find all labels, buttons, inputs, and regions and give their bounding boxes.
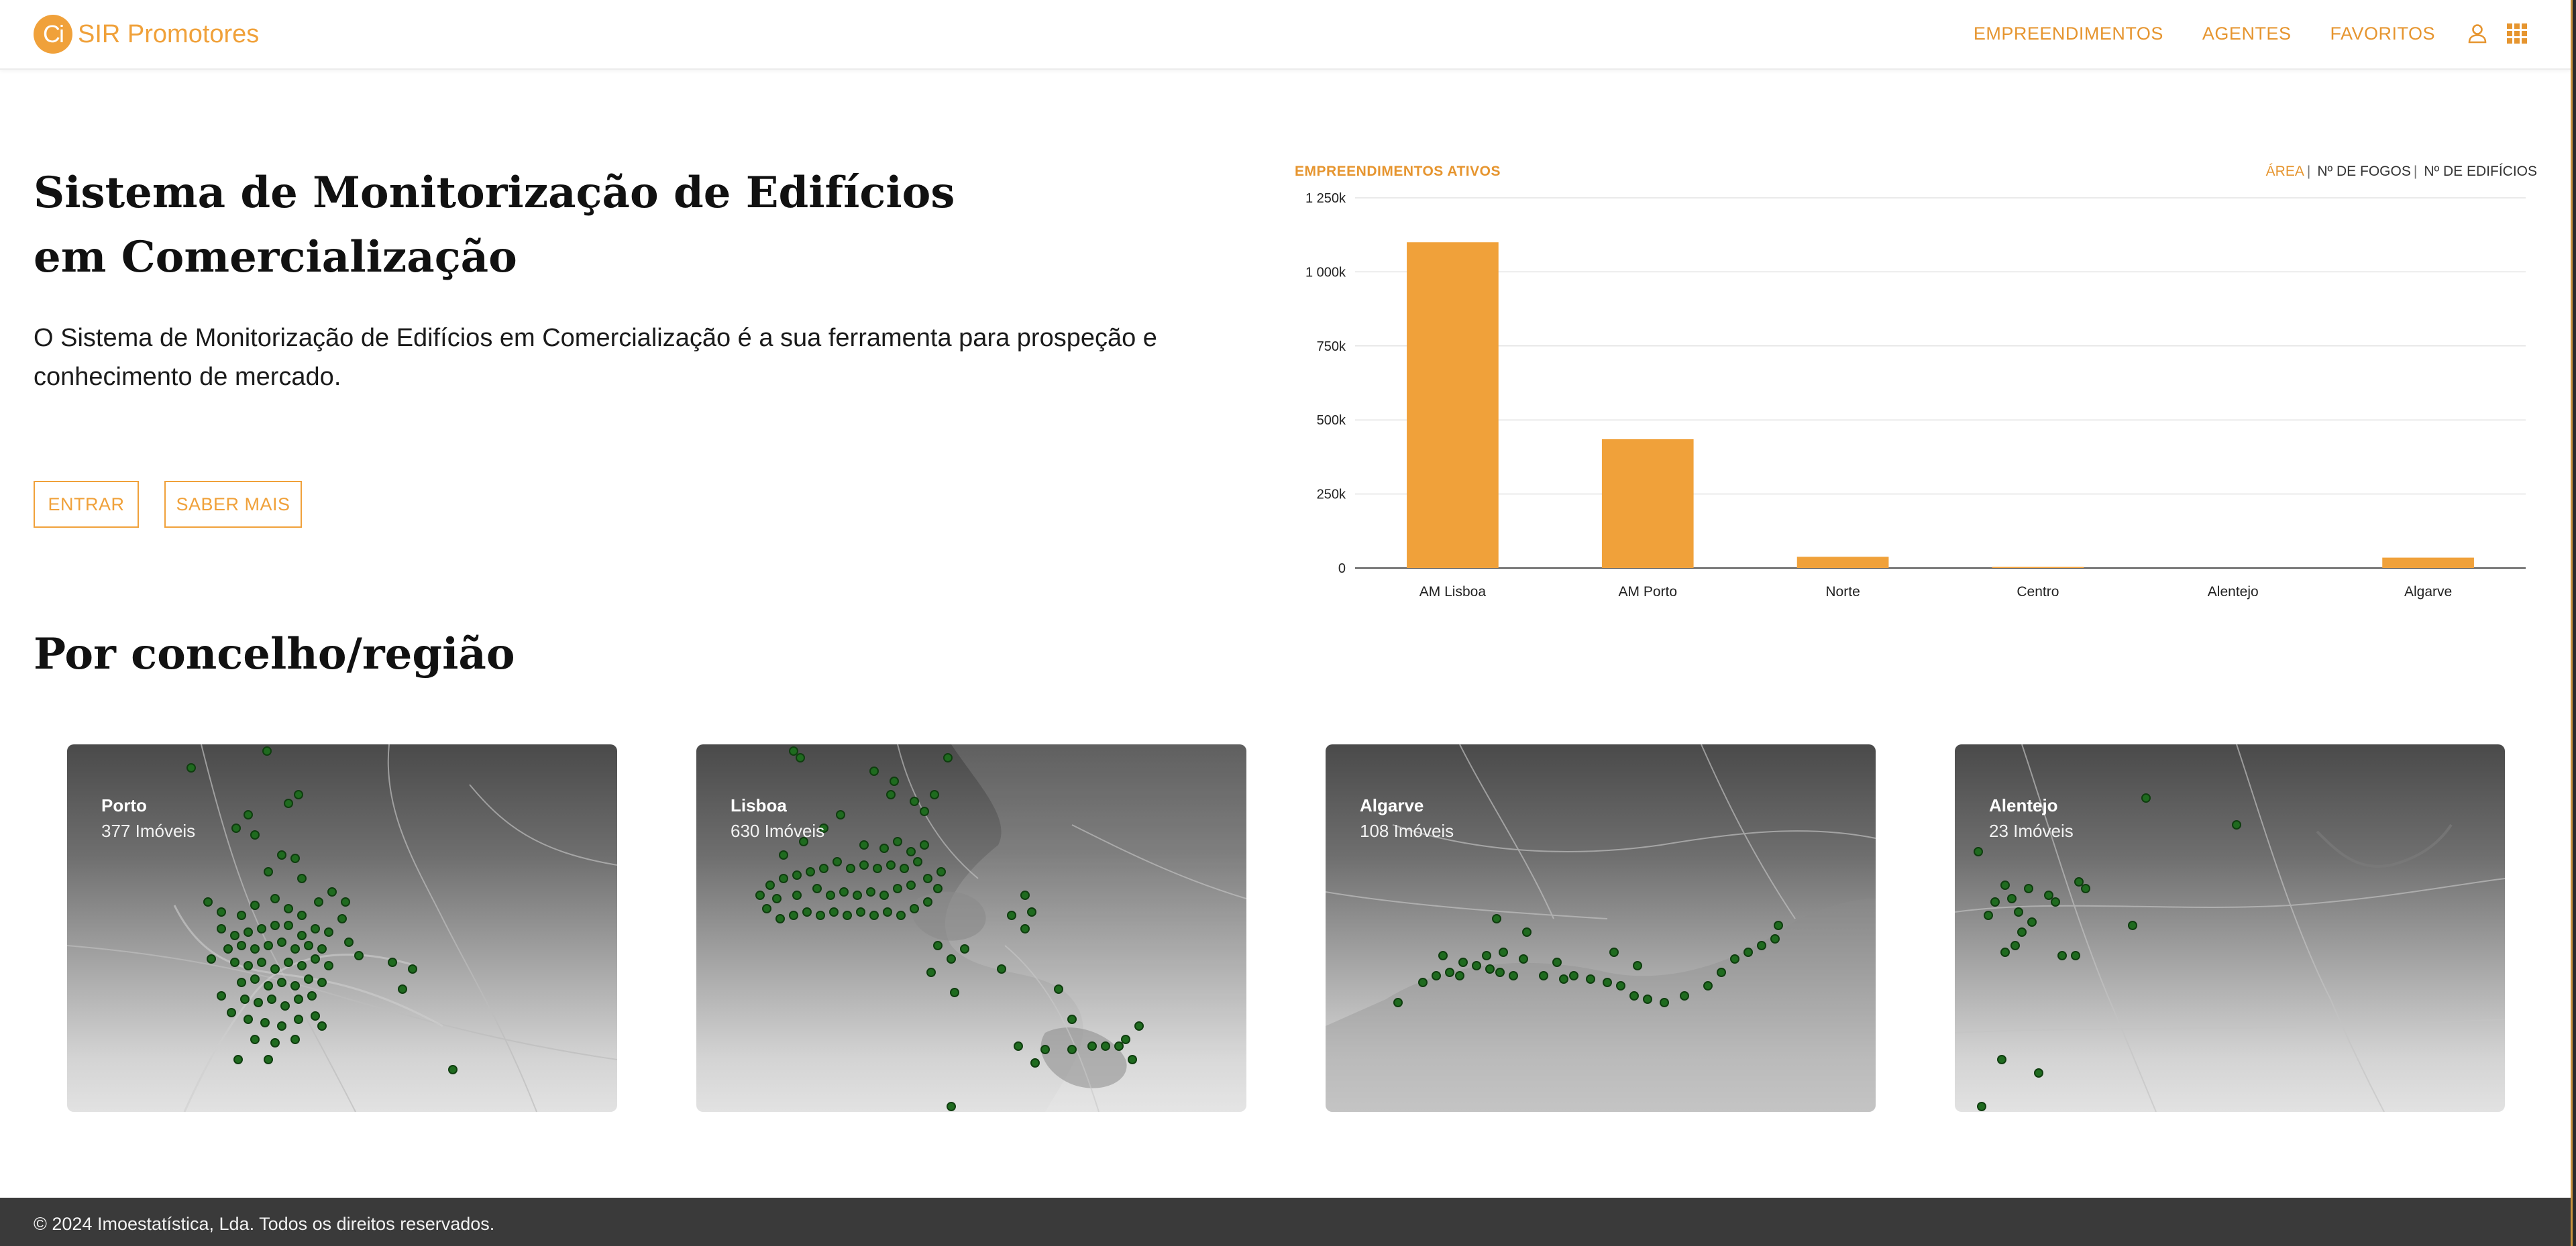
toggle-area[interactable]: ÁREA [2266,164,2304,180]
page-title: Sistema de Monitorização de Edifícios em… [34,168,955,282]
toggle-separator: | [2306,164,2311,179]
top-navbar: Ci SIR Promotores EMPREENDIMENTOS AGENTE… [0,0,2571,70]
bar-am-lisboa[interactable] [1407,242,1499,568]
learn-more-button[interactable]: SABER MAIS [164,481,302,528]
chart-title: EMPREENDIMENTOS ATIVOS [1295,164,1501,179]
region-count: 377 Imóveis [101,821,196,841]
brand-name: SIR Promotores [78,19,260,48]
region-name: Porto [101,795,147,815]
user-icon[interactable] [2467,23,2487,44]
region-name: Lisboa [731,795,787,815]
y-tick-label: 500k [1317,413,1346,428]
bar-norte[interactable] [1796,557,1889,568]
page-description: O Sistema de Monitorização de Edifícios … [34,324,1157,391]
nav-favoritos[interactable]: FAVORITOS [2330,23,2435,44]
active-projects-bar-chart: 0 250k 500k 750k 1 000k 1 250k AM Lisboa AM Por… [1305,191,2526,600]
region-name: Alentejo [1989,795,2058,815]
footer: © 2024 Imoestatística, Lda. Todos os dir… [0,1198,2571,1246]
region-card-alentejo[interactable]: Alentejo 23 Imóveis [1955,744,2505,1112]
x-tick-label: Algarve [2404,584,2452,600]
region-name: Algarve [1360,795,1424,815]
brand-logo[interactable]: Ci SIR Promotores [34,15,259,54]
y-tick-label: 250k [1317,488,1346,502]
x-tick-label: AM Porto [1618,584,1677,600]
region-card-porto[interactable]: Porto 377 Imóveis [67,744,617,1112]
bar-algarve[interactable] [2382,557,2474,568]
region-card-algarve[interactable]: Algarve 108 Imóveis [1326,744,1876,1112]
y-tick-label: 1 250k [1305,191,1346,206]
section-title: Por concelho/região [34,629,515,679]
bar-centro[interactable] [1992,567,2084,568]
enter-button[interactable]: ENTRAR [34,481,139,528]
copyright-text: © 2024 Imoestatística, Lda. Todos os dir… [34,1214,495,1234]
y-tick-label: 0 [1338,561,1346,576]
x-tick-label: Centro [2017,584,2059,600]
y-tick-label: 750k [1317,339,1346,354]
chart-metric-toggle: ÁREA | Nº DE FOGOS | Nº DE EDIFÍCIOS [2266,164,2537,180]
main-nav: EMPREENDIMENTOS AGENTES FAVORITOS [1935,23,2528,44]
x-tick-label: AM Lisboa [1419,584,1487,600]
region-card-lisboa[interactable]: Lisboa 630 Imóveis [696,744,1246,1112]
x-tick-label: Alentejo [2208,584,2259,600]
porto-property-dots [186,746,458,1074]
toggle-separator: | [2413,164,2418,179]
nav-empreendimentos[interactable]: EMPREENDIMENTOS [1974,23,2163,44]
region-count: 630 Imóveis [731,821,825,841]
x-tick-label: Norte [1825,584,1860,600]
window-edge [2571,0,2576,1246]
y-tick-label: 1 000k [1305,265,1346,280]
toggle-num-fogos[interactable]: Nº DE FOGOS [2317,164,2411,180]
logo-mark: Ci [34,15,72,54]
nav-agentes[interactable]: AGENTES [2202,23,2292,44]
region-count: 23 Imóveis [1989,821,2074,841]
grid-apps-icon[interactable] [2506,23,2528,44]
region-count: 108 Imóveis [1360,821,1454,841]
toggle-num-edificios[interactable]: Nº DE EDIFÍCIOS [2424,164,2537,180]
bar-am-porto[interactable] [1601,439,1694,568]
